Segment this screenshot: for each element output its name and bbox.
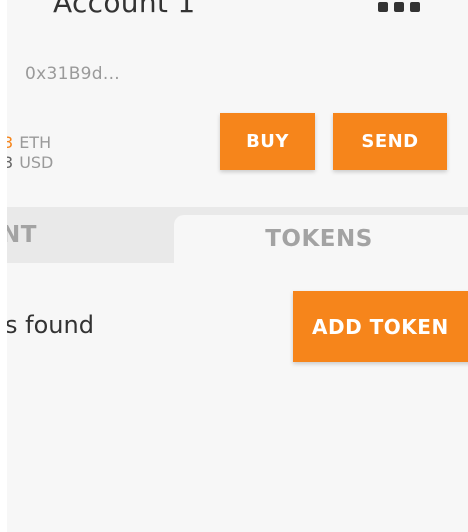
eth-balance: 3 ETH — [7, 133, 51, 153]
usd-unit-label: USD — [19, 153, 54, 172]
no-tokens-message: s found — [7, 311, 94, 339]
tab-sent[interactable]: NT — [7, 207, 161, 263]
eth-balance-value: 3 — [7, 133, 14, 152]
account-address[interactable]: 0x31B9d... — [25, 64, 120, 84]
account-name[interactable]: Account 1 — [53, 0, 195, 19]
buy-button[interactable]: BUY — [220, 113, 315, 170]
menu-dot — [410, 2, 420, 12]
wallet-tabs: NT TOKENS — [7, 207, 468, 263]
wallet-panel: Account 1 0x31B9d... 3 ETH 3 USD BUY SEND … — [7, 0, 468, 532]
more-menu-icon[interactable] — [378, 2, 422, 12]
menu-dot — [394, 2, 404, 12]
eth-unit-label: ETH — [19, 133, 52, 152]
send-button[interactable]: SEND — [333, 113, 447, 170]
tab-tokens[interactable]: TOKENS — [174, 215, 468, 263]
menu-dot — [378, 2, 388, 12]
add-token-button[interactable]: ADD TOKEN — [293, 291, 468, 362]
usd-balance-value: 3 — [7, 153, 14, 172]
usd-balance: 3 USD — [7, 153, 53, 173]
window-edge — [0, 0, 7, 532]
